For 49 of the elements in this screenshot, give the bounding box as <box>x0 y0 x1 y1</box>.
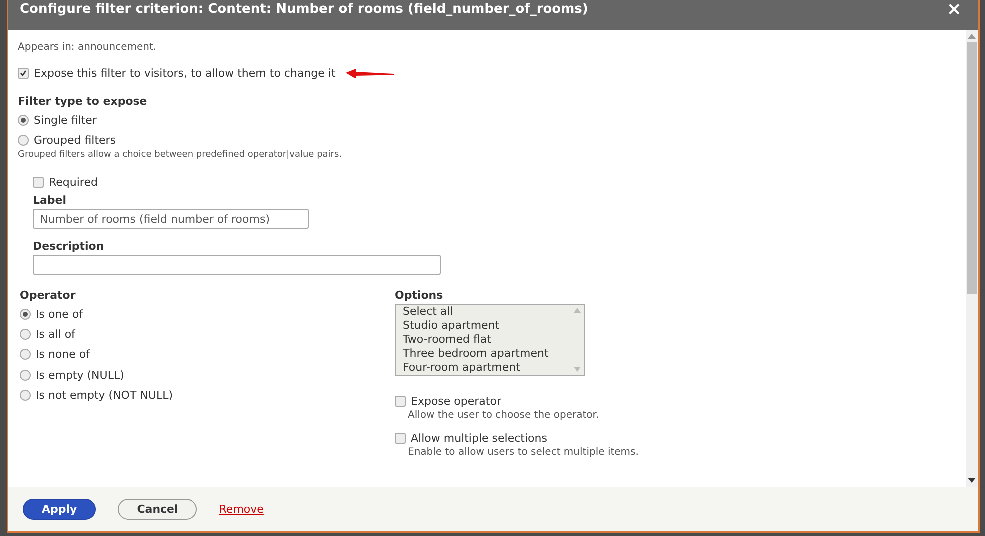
annotation-arrow <box>346 68 396 78</box>
hint-text: Grouped filters allow a choice between predefined operator|value pairs. <box>18 150 344 160</box>
scroll-up-icon[interactable] <box>968 34 976 39</box>
cancel-button[interactable]: Cancel <box>118 498 198 520</box>
radio-button[interactable] <box>20 370 31 381</box>
radio-label: Single filter <box>34 114 97 126</box>
checkbox-label: Expose operator <box>411 395 502 408</box>
scrollbar[interactable] <box>966 30 978 487</box>
section-heading: Options <box>395 289 444 302</box>
description-field[interactable] <box>33 255 441 275</box>
field-label: Label <box>33 194 68 207</box>
remove-link[interactable]: Remove <box>219 502 264 516</box>
checkbox[interactable] <box>395 396 406 407</box>
list-item[interactable]: Four-room apartment <box>403 361 563 375</box>
radio-button[interactable] <box>18 134 29 146</box>
options-list[interactable]: Select all Studio apartment Two-roomed flat Three bedroom apartment Four-room apartment <box>395 304 585 376</box>
checkbox-label: Allow multiple selections <box>411 432 548 445</box>
checkbox[interactable] <box>33 176 44 188</box>
radio-button[interactable] <box>18 114 29 126</box>
label-field[interactable]: Number of rooms (field number of rooms) <box>33 209 309 229</box>
hint-text: Enable to allow users to select multiple items. <box>408 447 640 458</box>
radio-label: Is one of <box>36 308 84 321</box>
radio-label: Is empty (NULL) <box>36 368 124 382</box>
checkbox-label: Expose this filter to visitors, to allow them to change it <box>34 66 336 80</box>
hint-text: Allow the user to choose the operator. <box>408 410 600 421</box>
list-item[interactable]: Three bedroom apartment <box>403 347 563 361</box>
appears-in-text: Appears in: announcement. <box>18 42 158 53</box>
radio-label: Is all of <box>36 328 76 341</box>
list-item[interactable]: Studio apartment <box>403 319 563 333</box>
field-label: Description <box>33 240 106 253</box>
radio-label: Grouped filters <box>34 134 116 146</box>
section-heading: Filter type to expose <box>18 95 148 108</box>
list-item[interactable]: Two-roomed flat <box>403 333 563 347</box>
radio-label: Is none of <box>36 348 90 362</box>
radio-label: Is not empty (NOT NULL) <box>36 388 173 402</box>
radio-button[interactable] <box>20 308 31 320</box>
apply-button[interactable]: Apply <box>23 498 96 520</box>
checkbox-label: Required <box>49 176 98 188</box>
dialog-title: Configure filter criterion: Content: Number of rooms (field_number_of_rooms) <box>20 1 588 19</box>
radio-button[interactable] <box>20 390 31 401</box>
section-heading: Operator <box>20 289 77 302</box>
scroll-up-icon[interactable] <box>574 308 580 313</box>
scroll-down-icon[interactable] <box>968 478 976 483</box>
list-item[interactable]: Select all <box>403 305 563 319</box>
checkbox[interactable] <box>18 68 29 78</box>
close-button[interactable]: × <box>942 0 966 20</box>
checkbox[interactable] <box>395 433 406 444</box>
radio-button[interactable] <box>20 328 31 340</box>
radio-button[interactable] <box>20 349 31 360</box>
